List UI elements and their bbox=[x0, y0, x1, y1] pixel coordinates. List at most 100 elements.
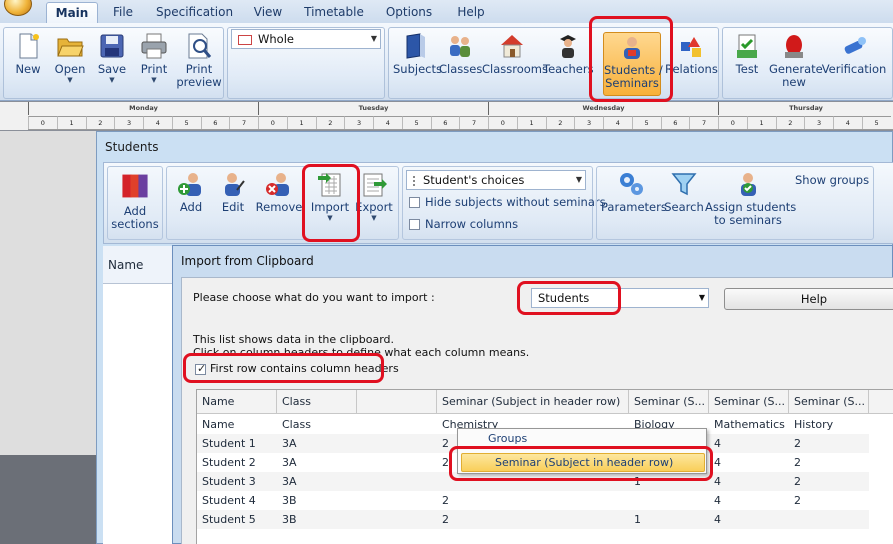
floppy-disk-icon bbox=[100, 34, 124, 58]
class-people-icon bbox=[450, 36, 470, 57]
timeslot-cell: 3 bbox=[574, 116, 603, 129]
save-button[interactable]: Save ▼ bbox=[92, 32, 132, 96]
timeslot-cell: 6 bbox=[660, 116, 690, 129]
book-icon bbox=[406, 33, 425, 59]
day-monday: Monday bbox=[28, 102, 258, 115]
timeslot-cell: 7 bbox=[459, 116, 488, 129]
grid-header-empty[interactable] bbox=[357, 390, 437, 414]
table-cell: 4 bbox=[714, 494, 721, 507]
classrooms-button[interactable]: Classrooms bbox=[482, 32, 548, 96]
add-sections-icon bbox=[122, 174, 148, 198]
timeslot-cell: 7 bbox=[689, 116, 718, 129]
classes-button[interactable]: Classes bbox=[439, 32, 482, 96]
chevron-down-icon: ▼ bbox=[370, 34, 377, 43]
tab-options[interactable]: Options bbox=[382, 2, 436, 24]
students-list: Name bbox=[103, 246, 175, 544]
table-cell: Mathematics bbox=[714, 418, 785, 431]
table-cell: 2 bbox=[794, 494, 801, 507]
narrow-columns-checkbox[interactable]: Narrow columns bbox=[409, 217, 518, 231]
timeslot-cell: 2 bbox=[775, 116, 805, 129]
assign-students-button[interactable]: Assign students to seminars bbox=[705, 170, 796, 234]
table-cell: Name bbox=[202, 418, 235, 431]
checkbox-box[interactable] bbox=[409, 197, 420, 208]
edit-student-button[interactable]: Edit bbox=[213, 170, 253, 234]
test-button[interactable]: Test bbox=[727, 32, 767, 96]
teacher-icon bbox=[560, 35, 576, 58]
import-type-highlight bbox=[517, 281, 621, 315]
timeslot-cell: 5 bbox=[631, 116, 661, 129]
timetable-header: Monday Tuesday Wednesday Thursday 012345… bbox=[0, 102, 893, 130]
grid-header-name[interactable]: Name bbox=[197, 390, 277, 414]
show-groups-link[interactable]: Show groups bbox=[795, 173, 869, 187]
tab-view[interactable]: View bbox=[248, 2, 288, 24]
grid-header-seminar-history[interactable]: Seminar (S... bbox=[789, 390, 869, 414]
view-combo[interactable]: Whole ▼ bbox=[231, 29, 381, 49]
import-prompt: Please choose what do you want to import… bbox=[193, 291, 435, 304]
tab-main[interactable]: Main bbox=[46, 2, 98, 24]
tab-file[interactable]: File bbox=[106, 2, 140, 24]
test-icon bbox=[737, 34, 757, 58]
timeslot-cell: 2 bbox=[545, 116, 575, 129]
timeslot-cell: 2 bbox=[315, 116, 345, 129]
table-cell bbox=[357, 434, 437, 453]
first-row-checkbox-highlight bbox=[183, 353, 384, 383]
add-sections-button[interactable]: Add sections bbox=[110, 170, 160, 234]
table-cell: 4 bbox=[714, 475, 721, 488]
timeslot-cell: 1 bbox=[286, 116, 316, 129]
menu-item-groups[interactable]: Groups bbox=[488, 432, 527, 445]
hide-subjects-checkbox[interactable]: Hide subjects without seminars bbox=[409, 195, 606, 209]
name-column-header[interactable]: Name bbox=[103, 246, 175, 284]
tab-timetable[interactable]: Timetable bbox=[302, 2, 366, 24]
verification-icon bbox=[844, 37, 866, 54]
generate-new-button[interactable]: Generate new bbox=[769, 32, 823, 96]
table-cell: 1 bbox=[634, 513, 641, 526]
table-cell: 2 bbox=[794, 456, 801, 469]
table-cell bbox=[357, 510, 437, 529]
table-cell: 3A bbox=[282, 475, 297, 488]
grid-header-class[interactable]: Class bbox=[277, 390, 357, 414]
parameters-button[interactable]: Parameters bbox=[601, 170, 667, 234]
clipboard-info-line1: This list shows data in the clipboard. bbox=[193, 333, 395, 346]
timeslot-cell: 0 bbox=[28, 116, 57, 129]
teachers-button[interactable]: Teachers bbox=[543, 32, 594, 96]
print-preview-button[interactable]: Print preview bbox=[176, 32, 222, 96]
timeslot-cell: 1 bbox=[56, 116, 86, 129]
dropdown-arrow-icon: ▼ bbox=[109, 76, 115, 84]
table-cell: 2 bbox=[794, 475, 801, 488]
help-button[interactable]: Help bbox=[724, 288, 893, 310]
grid-header-seminar-biology[interactable]: Seminar (S... bbox=[629, 390, 709, 414]
house-icon bbox=[501, 35, 523, 58]
remove-student-button[interactable]: Remove bbox=[255, 170, 303, 234]
app-orb-button[interactable] bbox=[4, 0, 32, 16]
tab-help[interactable]: Help bbox=[452, 2, 490, 24]
printer-icon bbox=[141, 33, 167, 59]
add-student-button[interactable]: Add bbox=[171, 170, 211, 234]
search-button[interactable]: Search bbox=[663, 170, 705, 234]
timeslot-cell: 1 bbox=[516, 116, 546, 129]
grid-header-seminar-mathematics[interactable]: Seminar (S... bbox=[709, 390, 789, 414]
timetable-grid-icon bbox=[238, 34, 252, 45]
print-button[interactable]: Print ▼ bbox=[134, 32, 174, 96]
timeslot-cell: 4 bbox=[833, 116, 862, 129]
table-cell: 3B bbox=[282, 494, 297, 507]
export-icon bbox=[363, 173, 387, 197]
table-cell bbox=[629, 491, 709, 510]
table-cell: 3B bbox=[282, 513, 297, 526]
print-preview-icon bbox=[188, 33, 212, 59]
grid-header-seminar-chemistry[interactable]: Seminar (Subject in header row) bbox=[437, 390, 629, 414]
tab-specification[interactable]: Specification bbox=[156, 2, 233, 24]
tools-group: Parameters Search Assign students to sem… bbox=[596, 166, 874, 240]
students-window-title: Students bbox=[105, 140, 159, 154]
table-cell: 2 bbox=[442, 513, 449, 526]
students-edit-group: Add Edit Remove Import ▼ Export ▼ bbox=[166, 166, 399, 240]
checkbox-box[interactable] bbox=[409, 219, 420, 230]
new-button[interactable]: New bbox=[8, 32, 48, 96]
verification-button[interactable]: Verification bbox=[821, 32, 887, 96]
file-group: New Open ▼ Save ▼ Print ▼ Print preview bbox=[3, 27, 224, 99]
subjects-button[interactable]: Subjects bbox=[393, 32, 442, 96]
day-wednesday: Wednesday bbox=[488, 102, 718, 115]
choices-combo[interactable]: Student's choices ▼ bbox=[406, 170, 586, 190]
open-button[interactable]: Open ▼ bbox=[50, 32, 90, 96]
relations-icon bbox=[681, 37, 701, 57]
table-cell: 2 bbox=[442, 494, 449, 507]
